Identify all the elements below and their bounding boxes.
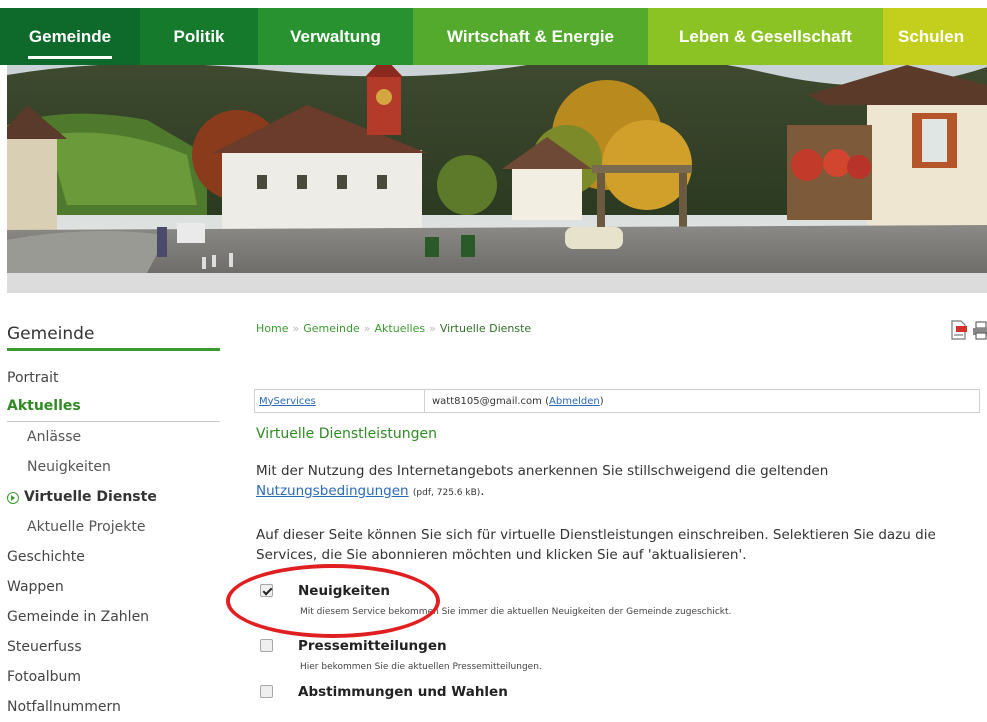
- service-title: Neuigkeiten: [298, 583, 390, 599]
- service-title: Abstimmungen und Wahlen: [298, 684, 508, 700]
- header-photo: [7, 65, 987, 273]
- sidebar-item-anlaesse[interactable]: Anlässe: [7, 422, 220, 452]
- nav-label: Gemeinde: [28, 26, 112, 46]
- terms-text: Mit der Nutzung des Internetangebots ane…: [256, 463, 829, 479]
- nav-leben-gesellschaft[interactable]: Leben & Gesellschaft: [648, 8, 883, 65]
- nav-label: Leben & Gesellschaft: [679, 26, 852, 46]
- service-description: Hier bekommen Sie die aktuellen Pressemi…: [300, 662, 542, 672]
- breadcrumb-separator: »: [292, 322, 300, 335]
- breadcrumb-gemeinde[interactable]: Gemeinde: [303, 322, 360, 335]
- service-checkbox[interactable]: [260, 685, 273, 698]
- sidebar-item-portrait[interactable]: Portrait: [7, 365, 220, 391]
- print-icon[interactable]: [972, 320, 987, 340]
- sidebar-item-aktuelle-projekte[interactable]: Aktuelle Projekte: [7, 512, 220, 542]
- pdf-icon[interactable]: [950, 320, 968, 340]
- sidebar-item-geschichte[interactable]: Geschichte: [7, 542, 220, 572]
- nav-gemeinde[interactable]: Gemeinde: [0, 8, 140, 65]
- breadcrumb-current: Virtuelle Dienste: [439, 322, 532, 335]
- nav-label: Politik: [173, 26, 225, 46]
- service-checkbox[interactable]: [260, 584, 273, 597]
- sidebar-item-notfallnummern[interactable]: Notfallnummern: [7, 692, 220, 722]
- sidebar-item-gemeinde-in-zahlen[interactable]: Gemeinde in Zahlen: [7, 602, 220, 632]
- nav-schulen[interactable]: Schulen: [883, 8, 987, 65]
- sidebar-item-wappen[interactable]: Wappen: [7, 572, 220, 602]
- breadcrumb: Home» Gemeinde» Aktuelles» Virtuelle Dienst…: [256, 322, 531, 335]
- account-info: watt8105@gmail.com (Abmelden): [425, 396, 604, 407]
- current-page-icon: [7, 492, 19, 504]
- terms-paragraph: Mit der Nutzung des Internetangebots ane…: [256, 461, 981, 503]
- myservices-link[interactable]: MyServices: [259, 396, 316, 407]
- logout-paren-close: ): [599, 395, 604, 407]
- section-title: Virtuelle Dienstleistungen: [256, 426, 437, 442]
- page-tools: [950, 320, 987, 340]
- sidebar: Gemeinde Portrait Aktuelles Anlässe Neui…: [7, 322, 220, 722]
- highlight-annotation: [226, 564, 440, 638]
- intro-paragraph: Auf dieser Seite können Sie sich für vir…: [256, 527, 936, 563]
- nav-label: Schulen: [898, 26, 965, 46]
- nav-verwaltung[interactable]: Verwaltung: [258, 8, 413, 65]
- active-nav-indicator: [28, 56, 112, 59]
- header-divider-strip: [7, 273, 987, 293]
- terms-link[interactable]: Nutzungsbedingungen: [256, 483, 409, 499]
- sidebar-item-aktuelles[interactable]: Aktuelles: [7, 391, 220, 421]
- nav-wirtschaft-energie[interactable]: Wirtschaft & Energie: [413, 8, 648, 65]
- sidebar-item-fotoalbum[interactable]: Fotoalbum: [7, 662, 220, 692]
- logout-link[interactable]: Abmelden: [549, 396, 600, 407]
- nav-label: Verwaltung: [290, 26, 381, 46]
- terms-file-meta: (pdf, 725.6 kB): [412, 488, 481, 498]
- myservices-box: MyServices watt8105@gmail.com (Abmelden): [254, 389, 980, 413]
- terms-period: .: [480, 483, 485, 499]
- sidebar-item-virtuelle-dienste[interactable]: Virtuelle Dienste: [7, 482, 220, 512]
- service-description: Mit diesem Service bekommen Sie immer di…: [300, 607, 732, 617]
- service-checkbox[interactable]: [260, 639, 273, 652]
- breadcrumb-separator: »: [363, 322, 371, 335]
- nav-label: Wirtschaft & Energie: [446, 26, 615, 46]
- breadcrumb-separator: »: [429, 322, 436, 335]
- breadcrumb-aktuelles[interactable]: Aktuelles: [375, 322, 426, 335]
- breadcrumb-home[interactable]: Home: [256, 322, 288, 335]
- nav-politik[interactable]: Politik: [140, 8, 258, 65]
- main-nav: Gemeinde Politik Verwaltung Wirtschaft &…: [0, 8, 987, 65]
- myservices-cell: MyServices: [255, 390, 425, 412]
- sidebar-title: Gemeinde: [7, 324, 95, 344]
- sidebar-item-steuerfuss[interactable]: Steuerfuss: [7, 632, 220, 662]
- sidebar-item-label: Virtuelle Dienste: [24, 489, 157, 505]
- user-email: watt8105@gmail.com: [432, 395, 542, 407]
- sidebar-item-neuigkeiten[interactable]: Neuigkeiten: [7, 452, 220, 482]
- service-title: Pressemitteilungen: [298, 638, 447, 654]
